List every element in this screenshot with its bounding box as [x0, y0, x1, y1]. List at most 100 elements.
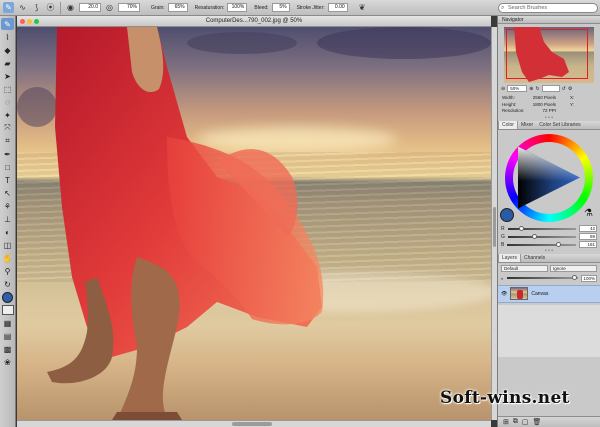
color-dropper-icon[interactable]: ⚗ — [584, 208, 593, 219]
paint-bucket-tool-icon[interactable]: ◆ — [1, 44, 14, 56]
search-brushes-input[interactable]: ⌕ Search Brushes — [498, 3, 598, 13]
visibility-eye-icon[interactable]: 👁 — [501, 291, 507, 297]
resaturation-label: Resaturation: — [194, 4, 225, 11]
shape-selection-tool-icon[interactable]: ↖ — [1, 187, 14, 199]
width-value: 2560 Pixels — [532, 95, 556, 100]
nozzle-selector-icon[interactable]: ❀ — [1, 356, 14, 368]
new-layer-icon[interactable]: ▢ — [522, 418, 529, 426]
green-value-field[interactable]: 89 — [579, 233, 597, 240]
main-color-swatch[interactable] — [1, 291, 14, 303]
resolution-value: 72 PPI — [542, 108, 556, 113]
zoom-window-button[interactable] — [34, 19, 39, 24]
document-titlebar: ComputerDes...790_002.jpg @ 50% — [17, 16, 491, 27]
brush-dab-icon[interactable]: ❦ — [357, 2, 368, 13]
tab-color-set-libraries[interactable]: Color Set Libraries — [536, 121, 583, 129]
blue-slider[interactable] — [507, 241, 576, 247]
rotation-field[interactable] — [541, 85, 560, 92]
tab-channels[interactable]: Channels — [521, 254, 548, 262]
navigator-preview[interactable] — [504, 27, 594, 83]
gradient-selector-icon[interactable]: ▤ — [1, 330, 14, 342]
main-color-indicator[interactable] — [500, 207, 514, 222]
red-row: R 42 — [498, 225, 600, 233]
transform-tool-icon[interactable]: ⤧ — [1, 122, 14, 134]
zoom-out-icon[interactable]: ⊖ — [501, 86, 505, 92]
composite-depth-select[interactable]: Ignore — [550, 264, 597, 272]
document-canvas[interactable] — [17, 27, 491, 420]
layer-opacity-knob[interactable] — [572, 275, 578, 280]
navigator-panel-title[interactable]: Navigator — [498, 16, 600, 24]
rotate-icon[interactable]: ↻ — [535, 86, 539, 92]
blue-value-field[interactable]: 181 — [579, 241, 597, 248]
cloner-tool-icon[interactable]: ⚘ — [1, 200, 14, 212]
size-dial-icon[interactable]: ◉ — [65, 2, 76, 13]
rect-selection-tool-icon[interactable]: ⬚ — [1, 83, 14, 95]
resaturation-field[interactable]: 100% — [227, 3, 248, 12]
grain-field[interactable]: 65% — [167, 3, 188, 12]
dropper-tool-icon[interactable]: ⌇ — [1, 31, 14, 43]
brush-variant-icon[interactable]: ✎ — [3, 2, 14, 13]
document-title: ComputerDes...790_002.jpg @ 50% — [205, 18, 303, 24]
layer-name: Canvas — [531, 290, 549, 297]
rubber-stamp-tool-icon[interactable]: ⊥ — [1, 213, 14, 225]
opacity-field[interactable]: 70% — [118, 3, 140, 12]
tab-layers[interactable]: Layers — [498, 253, 522, 262]
dodge-tool-icon[interactable]: ◐ — [1, 226, 14, 238]
toolbox: ✎ ⌇ ◆ ▰ ➤ ⬚ ◌ ✦ ⤧ ⌗ ✒ □ T ↖ ⚘ ⊥ ◐ ◫ ✋ ⚲ … — [0, 16, 16, 427]
bleed-field[interactable]: 5% — [271, 3, 290, 12]
zoom-in-icon[interactable]: ⊕ — [529, 86, 533, 92]
layer-opacity-slider[interactable] — [506, 275, 578, 280]
mirror-tool-icon[interactable]: ◫ — [1, 239, 14, 251]
red-slider[interactable] — [507, 225, 576, 231]
zoom-field[interactable]: 50% — [507, 85, 528, 92]
crop-tool-icon[interactable]: ⌗ — [1, 135, 14, 147]
lasso-tool-icon[interactable]: ◌ — [1, 96, 14, 108]
horizontal-scrollbar[interactable] — [17, 420, 491, 427]
layer-commands-icon[interactable]: ⊞ — [503, 418, 509, 426]
red-value-field[interactable]: 42 — [579, 225, 597, 232]
close-window-button[interactable] — [20, 19, 25, 24]
pen-tool-icon[interactable]: ✒ — [1, 148, 14, 160]
eraser-tool-icon[interactable]: ▰ — [1, 57, 14, 69]
layer-opacity-field[interactable]: 100% — [581, 274, 597, 282]
layer-row-canvas[interactable]: 👁 Canvas — [498, 284, 600, 303]
green-slider-knob[interactable] — [531, 233, 537, 239]
hand-tool-icon[interactable]: ✋ — [1, 252, 14, 264]
text-tool-icon[interactable]: T — [1, 174, 14, 186]
magic-wand-tool-icon[interactable]: ✦ — [1, 109, 14, 121]
document-info: Width: Height: Resolution: 2560 Pixels 1… — [498, 94, 600, 116]
tab-mixer[interactable]: Mixer — [518, 121, 536, 129]
brush-tool-icon[interactable]: ✎ — [1, 18, 14, 30]
scroll-thumb[interactable] — [232, 422, 272, 426]
watermark-text: Soft-wins.net — [440, 388, 570, 408]
weaving-selector-icon[interactable]: ▩ — [1, 343, 14, 355]
pattern-selector-icon[interactable]: ▦ — [1, 317, 14, 329]
minimize-window-button[interactable] — [27, 19, 32, 24]
layers-list-empty-area — [498, 304, 600, 357]
zoom-tool-icon[interactable]: ⚲ — [1, 265, 14, 277]
layers-panel-tabs: Layers Channels — [498, 253, 600, 263]
rotate-page-tool-icon[interactable]: ↻ — [1, 278, 14, 290]
composite-method-select[interactable]: Default — [501, 264, 548, 272]
shape-tool-icon[interactable]: □ — [1, 161, 14, 173]
green-slider[interactable] — [507, 233, 576, 239]
paper-selector-icon[interactable] — [1, 304, 14, 316]
opacity-dial-icon[interactable]: ◎ — [104, 2, 115, 13]
layer-thumbnail — [510, 287, 529, 300]
red-slider-knob[interactable] — [518, 225, 524, 231]
scroll-thumb[interactable] — [493, 207, 496, 247]
tab-color[interactable]: Color — [498, 120, 518, 129]
navigator-controls: ⊖ 50% ⊕ ↻ ↺ ⚙ — [498, 83, 600, 94]
delete-layer-icon[interactable]: 🗑 — [533, 418, 542, 426]
navigator-settings-icon[interactable]: ⚙ — [568, 86, 572, 92]
stroke-type-icon[interactable]: ∿ — [17, 2, 28, 13]
window-controls — [20, 19, 39, 24]
grain-label: Grain: — [151, 4, 165, 11]
stroke-jitter-field[interactable]: 0.00 — [327, 3, 348, 12]
dynamic-plugins-icon[interactable]: ⧉ — [513, 418, 518, 426]
layer-adjuster-tool-icon[interactable]: ➤ — [1, 70, 14, 82]
brush-tracking-icon[interactable]: ⦿ — [45, 2, 56, 13]
reset-rotation-icon[interactable]: ↺ — [562, 86, 566, 92]
blue-slider-knob[interactable] — [556, 241, 562, 247]
size-field[interactable]: 20.0 — [79, 3, 101, 12]
stroke-type-icon-2[interactable]: ⟆ — [31, 2, 42, 13]
